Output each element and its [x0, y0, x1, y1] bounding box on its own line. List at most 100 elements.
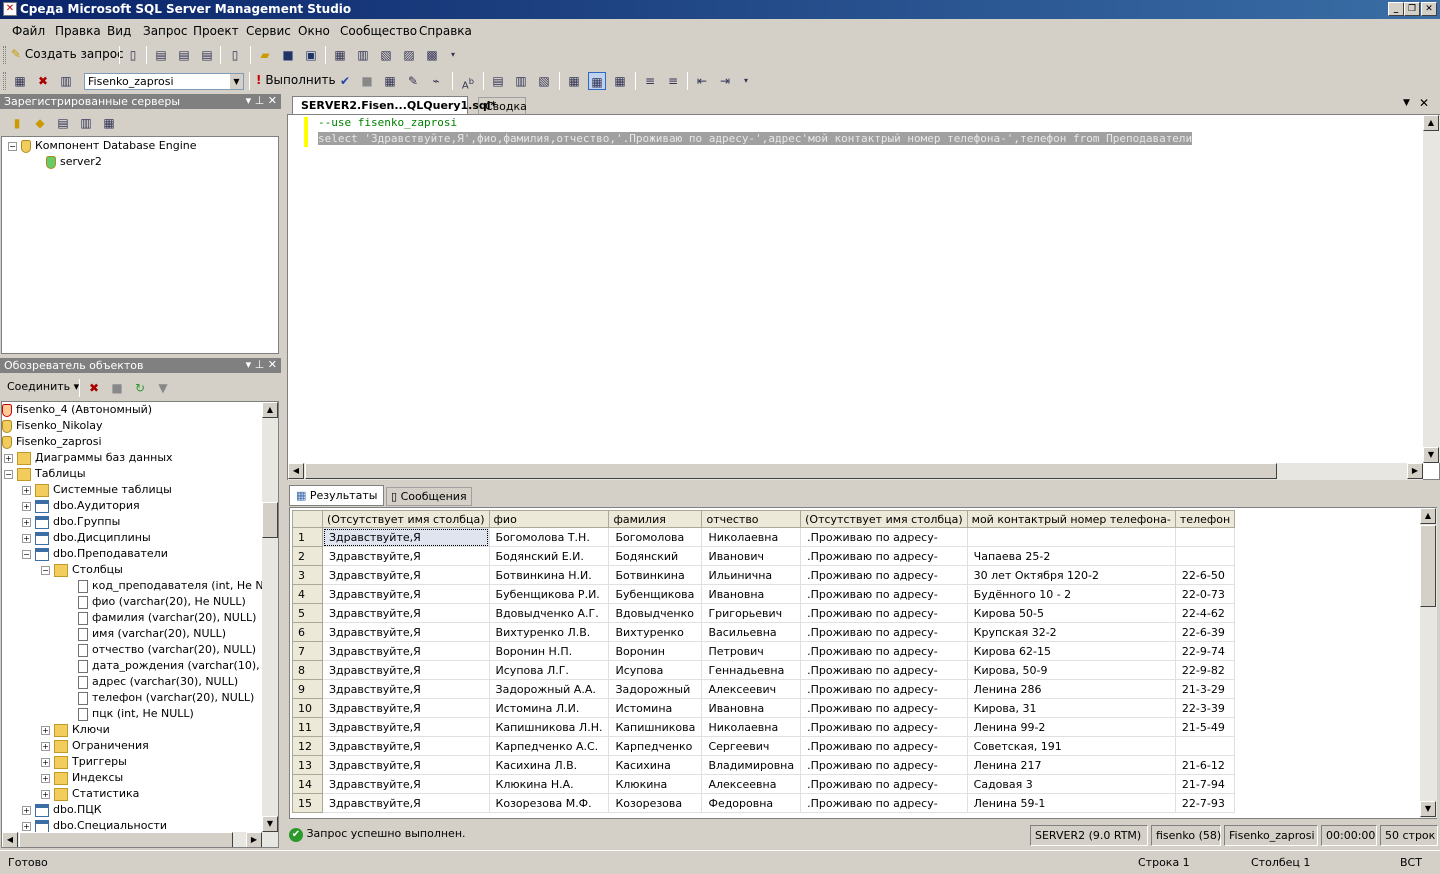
menu-file[interactable]: Файл: [12, 24, 45, 38]
table-cell[interactable]: .Проживаю по адресу-: [800, 641, 968, 661]
outdent-icon[interactable]: ⇥: [716, 72, 734, 90]
table-cell[interactable]: 22-3-39: [1175, 698, 1236, 718]
table-cell[interactable]: [1175, 527, 1236, 547]
table-cell[interactable]: .Проживаю по адресу-: [800, 603, 968, 623]
table-cell[interactable]: Ленина 217: [967, 755, 1176, 775]
table-cell[interactable]: Вихтуренко Л.В.: [489, 622, 610, 642]
table-cell[interactable]: 22-6-50: [1175, 565, 1236, 585]
table-cell[interactable]: Васильевна: [701, 622, 802, 642]
table-cell[interactable]: Ивановна: [701, 584, 802, 604]
table-cell[interactable]: Бубенщикова Р.И.: [489, 584, 610, 604]
tab-summary[interactable]: Сводка: [478, 97, 527, 114]
table-cell[interactable]: .Проживаю по адресу-: [800, 584, 968, 604]
table-cell[interactable]: Ботвинкина: [608, 565, 703, 585]
column-header[interactable]: (Отсутствует имя столбца): [322, 510, 490, 528]
collapse-icon[interactable]: −: [8, 141, 17, 151]
tree-node-column[interactable]: пцк (int, Не NULL): [78, 706, 194, 722]
table-cell[interactable]: Здравствуйте,Я: [322, 717, 490, 737]
maximize-button[interactable]: ❐: [1404, 2, 1420, 16]
table-cell[interactable]: Капишникова: [608, 717, 703, 737]
row-number-cell[interactable]: 9: [292, 679, 323, 699]
tree-node-indexes[interactable]: + Индексы: [41, 770, 123, 786]
table-row[interactable]: 9 Здравствуйте,Я Задорожный А.А. Задорожный…: [292, 679, 1236, 699]
table-cell[interactable]: Истомина: [608, 698, 703, 718]
table-cell[interactable]: Иванович: [701, 546, 802, 566]
tab-results[interactable]: ▦ Результаты: [289, 485, 384, 506]
tree-node-table-gruppy[interactable]: + dbo.Группы: [22, 514, 120, 530]
row-number-cell[interactable]: 4: [292, 584, 323, 604]
disconnect-icon[interactable]: ✖: [85, 379, 103, 397]
pin-icon[interactable]: ⊥: [255, 94, 265, 107]
expand-icon[interactable]: +: [22, 517, 31, 527]
scroll-up-icon[interactable]: ▲: [262, 402, 278, 418]
table-cell[interactable]: .Проживаю по адресу-: [800, 774, 968, 794]
menu-window[interactable]: Окно: [298, 24, 330, 38]
table-cell[interactable]: Касихина Л.В.: [489, 755, 610, 775]
disconnect-icon[interactable]: ✖: [34, 72, 52, 90]
table-cell[interactable]: Задорожный А.А.: [489, 679, 610, 699]
table-cell[interactable]: 30 лет Октября 120-2: [967, 565, 1176, 585]
scroll-thumb[interactable]: [1420, 525, 1436, 607]
tree-node-column[interactable]: телефон (varchar(20), NULL): [78, 690, 254, 706]
table-row[interactable]: 2 Здравствуйте,Я Бодянский Е.И. Бодянский Ив…: [292, 546, 1236, 566]
expand-icon[interactable]: +: [41, 741, 50, 751]
expand-icon[interactable]: +: [22, 485, 31, 495]
table-cell[interactable]: Карпедченко: [608, 736, 703, 756]
table-row[interactable]: 1 Здравствуйте,Я Богомолова Т.Н. Богомолова…: [292, 527, 1236, 547]
table-row[interactable]: 10 Здравствуйте,Я Истомина Л.И. Истомина Ива…: [292, 698, 1236, 718]
dmx-query-icon[interactable]: ▤: [175, 46, 193, 64]
collapse-icon[interactable]: −: [22, 549, 31, 559]
table-cell[interactable]: Здравствуйте,Я: [322, 565, 490, 585]
menu-tools[interactable]: Сервис: [246, 24, 291, 38]
table-cell[interactable]: [1175, 736, 1236, 756]
menu-help[interactable]: Справка: [419, 24, 472, 38]
scroll-left-icon[interactable]: ◀: [2, 832, 18, 847]
results-to-grid-icon[interactable]: ▦: [565, 72, 583, 90]
table-cell[interactable]: .Проживаю по адресу-: [800, 527, 968, 547]
cancel-query-icon[interactable]: ■: [358, 72, 376, 90]
table-cell[interactable]: .Проживаю по адресу-: [800, 755, 968, 775]
table-cell[interactable]: Григорьевич: [701, 603, 802, 623]
execute-button[interactable]: ! Выполнить: [256, 73, 336, 87]
table-cell[interactable]: Здравствуйте,Я: [322, 736, 490, 756]
table-cell[interactable]: Капишникова Л.Н.: [489, 717, 610, 737]
table-cell[interactable]: Воронин Н.П.: [489, 641, 610, 661]
table-cell[interactable]: .Проживаю по адресу-: [800, 622, 968, 642]
save-all-icon[interactable]: ▣: [302, 46, 320, 64]
table-cell[interactable]: Николаевна: [701, 717, 802, 737]
tree-node-table-auditoriya[interactable]: + dbo.Аудитория: [22, 498, 140, 514]
comment-icon[interactable]: ≡: [641, 72, 659, 90]
toolbar-options-icon[interactable]: ▾: [444, 46, 462, 64]
uncomment-icon[interactable]: ≡: [664, 72, 682, 90]
scroll-thumb[interactable]: [19, 832, 233, 847]
table-cell[interactable]: .Проживаю по адресу-: [800, 698, 968, 718]
table-cell[interactable]: Ботвинкина Н.И.: [489, 565, 610, 585]
table-cell[interactable]: Алексеевич: [701, 679, 802, 699]
table-row[interactable]: 6 Здравствуйте,Я Вихтуренко Л.В. Вихтуренко…: [292, 622, 1236, 642]
tree-node-column[interactable]: адрес (varchar(30), NULL): [78, 674, 238, 690]
tab-messages[interactable]: ▯ Сообщения: [386, 487, 472, 506]
table-cell[interactable]: Федоровна: [701, 793, 802, 813]
table-row[interactable]: 3 Здравствуйте,Я Ботвинкина Н.И. Ботвинкина…: [292, 565, 1236, 585]
toolbar-options-icon[interactable]: ▾: [737, 72, 755, 90]
client-stats-icon[interactable]: ▥: [512, 72, 530, 90]
expand-icon[interactable]: +: [4, 453, 13, 463]
scroll-down-icon[interactable]: ▼: [1420, 801, 1436, 817]
table-cell[interactable]: Козорезова М.Ф.: [489, 793, 610, 813]
row-number-cell[interactable]: 13: [292, 755, 323, 775]
minimize-button[interactable]: _: [1388, 2, 1404, 16]
menu-community[interactable]: Сообщество: [340, 24, 417, 38]
tree-node-column[interactable]: дата_рождения (varchar(10), NU: [78, 658, 278, 674]
table-cell[interactable]: Здравствуйте,Я: [322, 641, 490, 661]
stop-icon[interactable]: ■: [108, 379, 126, 397]
dropdown-icon[interactable]: ▾: [246, 358, 252, 371]
row-number-cell[interactable]: 11: [292, 717, 323, 737]
table-cell[interactable]: 21-3-29: [1175, 679, 1236, 699]
table-cell[interactable]: .Проживаю по адресу-: [800, 717, 968, 737]
table-cell[interactable]: 22-9-74: [1175, 641, 1236, 661]
table-cell[interactable]: .Проживаю по адресу-: [800, 793, 968, 813]
table-cell[interactable]: 21-6-12: [1175, 755, 1236, 775]
table-cell[interactable]: Здравствуйте,Я: [322, 660, 490, 680]
row-number-cell[interactable]: 3: [292, 565, 323, 585]
column-header[interactable]: (Отсутствует имя столбца): [800, 510, 968, 528]
